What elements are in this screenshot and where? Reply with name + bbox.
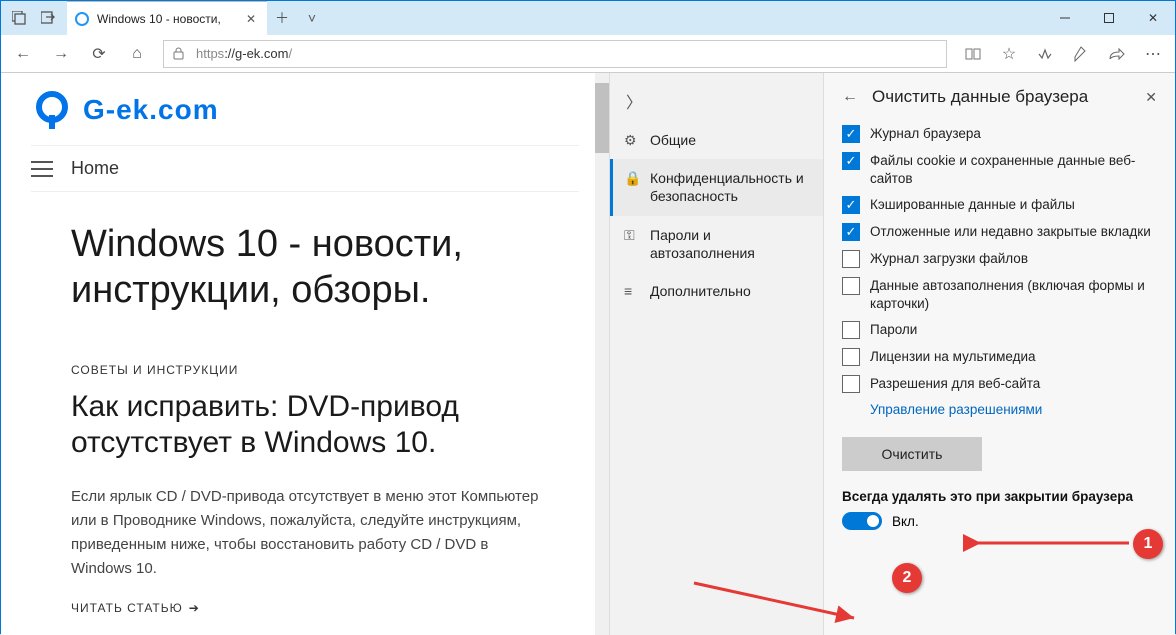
notes-icon[interactable] [1063,36,1099,72]
favorites-hub-icon[interactable] [1027,36,1063,72]
window-minimize-button[interactable] [1043,1,1087,35]
settings-sidebar: 〉 ⚙ Общие 🔒 Конфиденциальность и безопас… [609,73,823,635]
annotation-badge-2: 2 [892,563,922,593]
refresh-button[interactable]: ⟳ [81,36,117,72]
titlebar: Windows 10 - новости, ✕ ＋ ˅ ✕ [1,1,1175,35]
browser-tab[interactable]: Windows 10 - новости, ✕ [67,1,267,35]
favorite-star-icon[interactable]: ☆ [991,36,1027,72]
settings-item-privacy[interactable]: 🔒 Конфиденциальность и безопасность [610,159,823,215]
annotation-arrow-2 [684,578,864,628]
toggle-state-label: Вкл. [892,514,919,529]
tab-close-icon[interactable]: ✕ [243,12,259,26]
always-clear-label: Всегда удалять это при закрытии браузера [842,489,1157,504]
read-more-link[interactable]: ЧИТАТЬ СТАТЬЮ ➔ [71,601,539,615]
back-button[interactable]: ← [5,36,41,72]
nav-home[interactable]: Home [71,158,119,179]
set-aside-tabs-icon[interactable] [37,6,61,30]
article-category: СОВЕТЫ И ИНСТРУКЦИИ [71,363,579,377]
settings-item-advanced[interactable]: ≡ Дополнительно [610,272,823,310]
scrollbar-thumb[interactable] [595,83,609,153]
article-title[interactable]: Как исправить: DVD-привод отсутствует в … [71,389,539,461]
sliders-icon: ≡ [624,283,640,299]
checkbox-cookies[interactable]: ✓ [842,152,860,170]
new-tab-button[interactable]: ＋ [267,1,297,35]
tab-title: Windows 10 - новости, [97,12,235,26]
window-close-button[interactable]: ✕ [1131,1,1175,35]
page-headline: Windows 10 - новости, инструкции, обзоры… [71,222,539,313]
checkbox-downloads[interactable] [842,250,860,268]
checkbox-autofill[interactable] [842,277,860,295]
clear-button[interactable]: Очистить [842,437,982,471]
webpage-content: G-ek.com Home Windows 10 - новости, инст… [1,73,609,635]
site-logo-icon [31,89,73,131]
site-info-icon[interactable] [164,47,192,60]
manage-permissions-link[interactable]: Управление разрешениями [870,402,1157,417]
tabs-overview-icon[interactable] [7,6,31,30]
checkbox-passwords[interactable] [842,321,860,339]
arrow-right-icon: ➔ [189,601,200,615]
tab-chevron-icon[interactable]: ˅ [297,1,327,35]
lock-icon: 🔒 [624,170,640,187]
home-button[interactable]: ⌂ [119,36,155,72]
checkbox-media-licenses[interactable] [842,348,860,366]
clear-data-panel: ← Очистить данные браузера ✕ ✓Журнал бра… [823,73,1175,635]
checkbox-cached[interactable]: ✓ [842,196,860,214]
checkbox-set-aside-tabs[interactable]: ✓ [842,223,860,241]
panel-title: Очистить данные браузера [872,87,1127,107]
gear-icon: ⚙ [624,132,640,149]
more-menu-icon[interactable]: ⋯ [1135,36,1171,72]
annotation-arrow-1 [969,533,1139,553]
settings-item-general[interactable]: ⚙ Общие [610,121,823,159]
tab-favicon-icon [75,12,89,26]
always-clear-toggle[interactable] [842,512,882,530]
reading-view-icon[interactable] [955,36,991,72]
site-logo-text: G-ek.com [83,94,219,126]
forward-button[interactable]: → [43,36,79,72]
toolbar: ← → ⟳ ⌂ https://g-ek.com/ ☆ ⋯ [1,35,1175,73]
window-maximize-button[interactable] [1087,1,1131,35]
menu-hamburger-icon[interactable] [31,161,53,177]
article-excerpt: Если ярлык CD / DVD-привода отсутствует … [71,485,539,581]
address-url: https://g-ek.com/ [192,46,946,61]
settings-item-passwords[interactable]: ⚿ Пароли и автозаполнения [610,216,823,272]
settings-back-icon[interactable]: 〉 [610,81,823,121]
checkbox-site-permissions[interactable] [842,375,860,393]
key-icon: ⚿ [624,227,640,244]
address-bar[interactable]: https://g-ek.com/ [163,40,947,68]
scrollbar-track[interactable] [595,73,609,635]
panel-back-icon[interactable]: ← [842,88,862,106]
panel-close-icon[interactable]: ✕ [1137,89,1157,106]
checkbox-browsing-history[interactable]: ✓ [842,125,860,143]
share-icon[interactable] [1099,36,1135,72]
